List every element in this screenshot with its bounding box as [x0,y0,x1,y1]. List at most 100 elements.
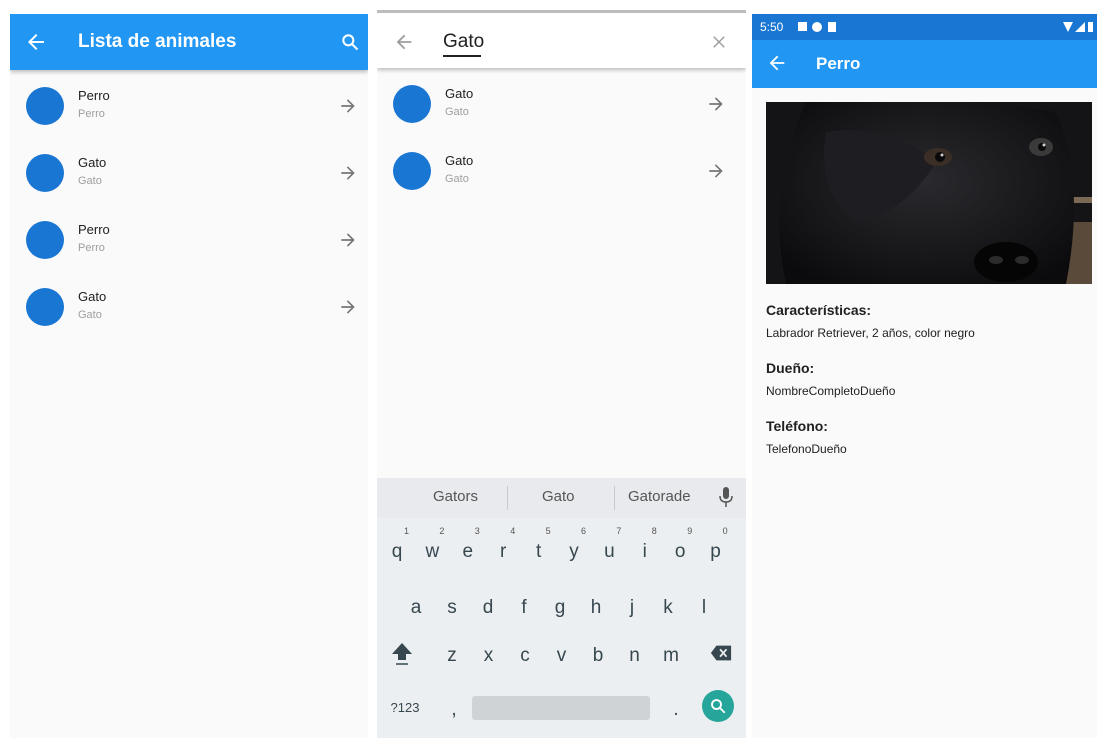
item-subtitle: Perro [78,108,105,120]
item-subtitle: Gato [445,106,469,118]
back-arrow-icon[interactable] [766,52,788,74]
suggestion-divider [614,486,615,510]
key-hint: 9 [687,526,693,536]
key-t[interactable]: t [524,532,554,572]
key-m[interactable]: m [656,636,686,676]
space-key[interactable] [472,696,650,720]
arrow-right-icon [709,164,723,178]
key-hint: 6 [581,526,587,536]
avatar [393,152,431,190]
key-e[interactable]: e [453,532,483,572]
key-u[interactable]: u [594,532,624,572]
arrow-right-icon [709,97,723,111]
arrow-right-icon [341,233,355,247]
on-screen-keyboard: Gators Gato Gatorade q1w2e3r4t5y6u7i8o9p… [377,478,746,738]
owner-value: NombreCompletoDueño [766,384,896,398]
key-hint: 1 [404,526,410,536]
microphone-icon[interactable] [718,486,734,508]
avatar [26,221,64,259]
key-b[interactable]: b [583,636,613,676]
search-icon[interactable] [340,32,360,52]
item-subtitle: Gato [78,309,102,321]
list-item[interactable]: Gato Gato [10,141,368,207]
key-h[interactable]: h [581,588,611,628]
key-hint: 4 [510,526,516,536]
search-result-item[interactable]: Gato Gato [377,72,746,138]
shift-icon[interactable] [391,640,413,666]
key-hint: 3 [474,526,480,536]
dog-photo [766,102,1092,284]
search-icon [711,699,726,714]
key-o[interactable]: o [665,532,695,572]
phone-value: TelefonoDueño [766,442,847,456]
avatar [393,85,431,123]
avatar [26,288,64,326]
key-w[interactable]: w [417,532,447,572]
key-x[interactable]: x [474,636,504,676]
list-item[interactable]: Gato Gato [10,275,368,341]
suggestion[interactable]: Gatorade [628,488,691,505]
arrow-right-icon [341,99,355,113]
key-s[interactable]: s [437,588,467,628]
key-f[interactable]: f [509,588,539,628]
backspace-icon[interactable] [710,644,732,662]
item-subtitle: Gato [445,173,469,185]
suggestion[interactable]: Gators [433,488,478,505]
status-time: 5:50 [760,20,784,34]
animal-list-screen: Lista de animales Perro Perro Gato Gato … [10,14,368,738]
search-underline [443,55,481,57]
key-y[interactable]: y [559,532,589,572]
app-bar: Lista de animales [10,14,368,70]
key-r[interactable]: r [488,532,518,572]
key-q[interactable]: q [382,532,412,572]
key-z[interactable]: z [437,636,467,676]
search-result-item[interactable]: Gato Gato [377,139,746,205]
search-input[interactable] [443,27,643,57]
key-n[interactable]: n [620,636,650,676]
keyboard-search-button[interactable] [702,690,734,722]
list-item[interactable]: Perro Perro [10,74,368,140]
key-l[interactable]: l [689,588,719,628]
arrow-right-icon [341,166,355,180]
search-screen: Gato Gato Gato Gato Gators Gato Gatorade… [377,10,746,738]
back-arrow-icon[interactable] [24,30,48,54]
animal-detail-screen: 5:50 Perro Características: Labrador Ret… [752,14,1097,738]
key-hint: 2 [439,526,445,536]
item-title: Gato [445,86,474,101]
key-i[interactable]: i [630,532,660,572]
period-key[interactable]: . [661,690,691,730]
item-subtitle: Perro [78,242,105,254]
page-title: Lista de animales [78,31,237,52]
item-title: Gato [78,155,107,170]
item-title: Perro [78,88,110,103]
key-j[interactable]: j [617,588,647,628]
avatar [26,154,64,192]
back-arrow-icon[interactable] [393,31,415,53]
item-title: Gato [445,153,474,168]
list-item[interactable]: Perro Perro [10,208,368,274]
characteristics-value: Labrador Retriever, 2 años, color negro [766,326,975,340]
avatar [26,87,64,125]
arrow-right-icon [341,300,355,314]
key-k[interactable]: k [653,588,683,628]
owner-label: Dueño: [766,360,815,376]
key-a[interactable]: a [401,588,431,628]
suggestion-divider [507,486,508,510]
suggestion-strip: Gators Gato Gatorade [377,478,746,518]
status-bar: 5:50 [752,14,1097,40]
key-c[interactable]: c [510,636,540,676]
suggestion[interactable]: Gato [542,488,575,505]
close-icon[interactable] [710,33,728,51]
page-title: Perro [816,54,861,73]
notification-icons [798,22,836,32]
signal-battery-icon [1063,22,1093,32]
item-title: Perro [78,222,110,237]
key-v[interactable]: v [547,636,577,676]
key-g[interactable]: g [545,588,575,628]
item-subtitle: Gato [78,175,102,187]
key-d[interactable]: d [473,588,503,628]
key-p[interactable]: p [701,532,731,572]
symbols-key[interactable]: ?123 [387,688,423,728]
comma-key[interactable]: , [439,690,469,730]
search-bar [377,10,746,68]
